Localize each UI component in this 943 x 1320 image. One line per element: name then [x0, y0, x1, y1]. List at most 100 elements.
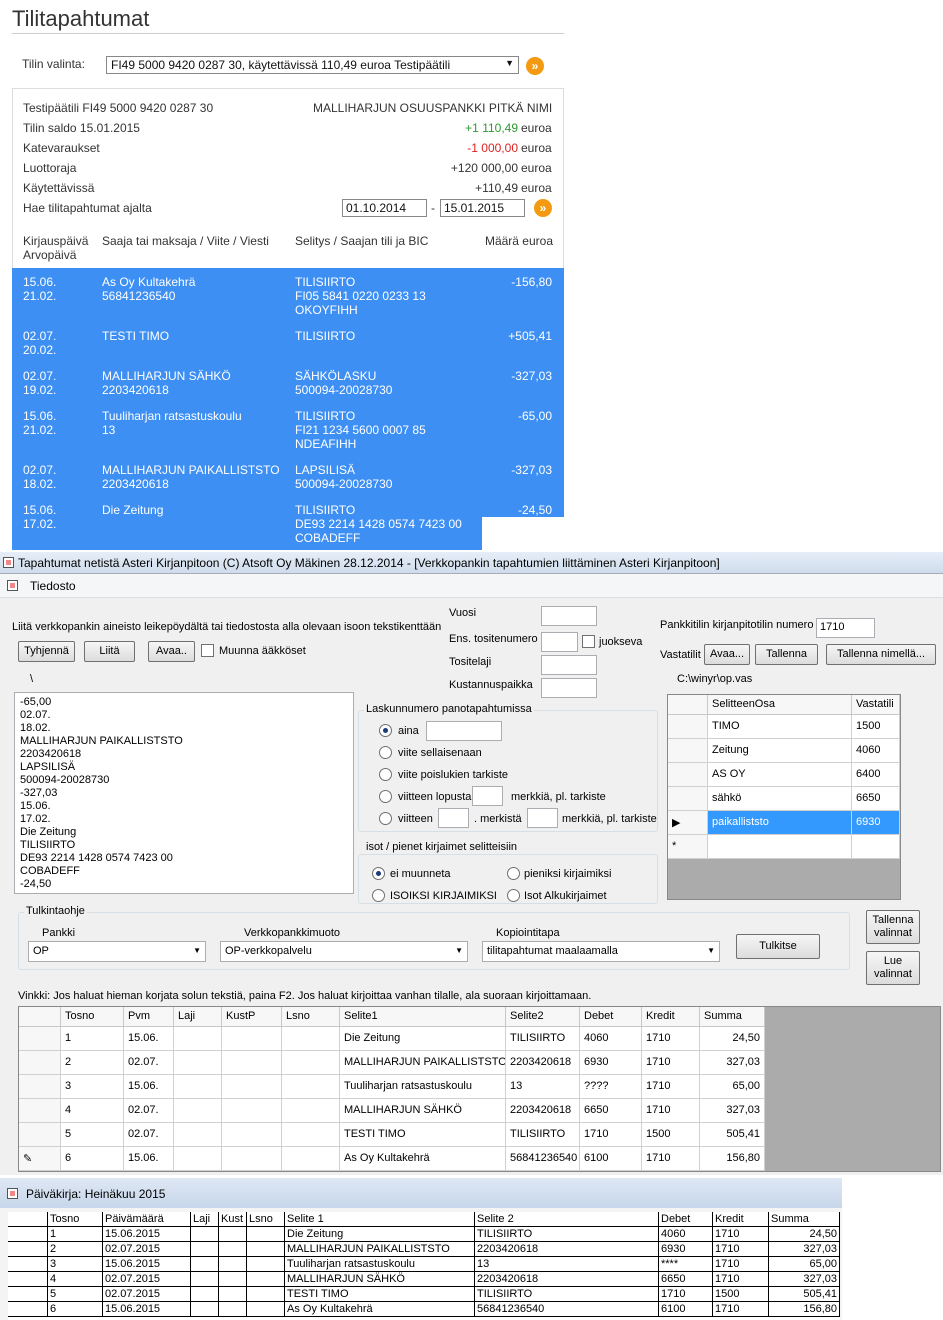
result-cell-date[interactable]: 02.07. — [124, 1123, 174, 1147]
result-cell-date[interactable]: 02.07. — [124, 1099, 174, 1123]
cost-center-input[interactable] — [541, 678, 597, 698]
result-cell-cost-center[interactable] — [222, 1147, 282, 1171]
journal-cell-debit[interactable]: 4060 — [659, 1227, 713, 1242]
date-to-input[interactable]: 15.01.2015 — [440, 199, 525, 217]
result-header-cost-center[interactable]: KustP — [222, 1007, 282, 1027]
paste-textarea[interactable]: -65,00 02.07. 18.02. MALLIHARJUN PAIKALL… — [14, 692, 354, 894]
transaction-row[interactable]: 15.06. 21.02. As Oy Kultakehrä 568412365… — [12, 275, 564, 323]
radio-ref-end[interactable] — [379, 790, 392, 803]
result-cell-line-no[interactable] — [282, 1027, 340, 1051]
journal-cell-credit[interactable]: 1710 — [713, 1242, 769, 1257]
result-header-debit[interactable]: Debet — [580, 1007, 642, 1027]
row-header[interactable] — [19, 1027, 61, 1051]
first-voucher-input[interactable] — [541, 632, 578, 652]
radio-ref-no-check[interactable] — [379, 768, 392, 781]
result-cell-description-2[interactable]: TILISIIRTO — [506, 1123, 580, 1147]
result-cell-date[interactable]: 15.06. — [124, 1027, 174, 1051]
radio-ref-mid[interactable] — [379, 812, 392, 825]
counter-cell-account[interactable]: 4060 — [852, 739, 900, 763]
period-go-button[interactable]: » — [534, 199, 552, 217]
result-cell-tosno[interactable]: 6 — [61, 1147, 124, 1171]
journal-cell-description-1[interactable]: MALLIHARJUN PAIKALLISTSTO — [285, 1242, 475, 1257]
journal-cell-tosno[interactable]: 4 — [48, 1272, 103, 1287]
result-header-description-1[interactable]: Selite1 — [340, 1007, 506, 1027]
account-go-button[interactable]: » — [526, 57, 544, 75]
transaction-row[interactable]: 02.07. 19.02. MALLIHARJUN SÄHKÖ 22034206… — [12, 369, 564, 403]
row-header[interactable] — [19, 1051, 61, 1075]
result-cell-amount[interactable]: 505,41 — [700, 1123, 765, 1147]
result-cell-description-2[interactable]: 56841236540 — [506, 1147, 580, 1171]
result-cell-date[interactable]: 15.06. — [124, 1147, 174, 1171]
result-cell-credit[interactable]: 1710 — [642, 1075, 700, 1099]
journal-cell-date[interactable]: 15.06.2015 — [103, 1302, 191, 1317]
journal-row-header[interactable] — [8, 1302, 48, 1317]
journal-cell-tosno[interactable]: 2 — [48, 1242, 103, 1257]
counter-header-part[interactable]: SelitteenOsa — [708, 695, 852, 715]
journal-cell-debit[interactable]: 6100 — [659, 1302, 713, 1317]
account-number-input[interactable]: 1710 — [816, 618, 875, 638]
row-header[interactable] — [19, 1075, 61, 1099]
journal-header-debit[interactable]: Debet — [659, 1212, 713, 1227]
result-cell-tosno[interactable]: 4 — [61, 1099, 124, 1123]
counter-cell-part[interactable]: AS OY — [708, 763, 852, 787]
journal-header-date[interactable]: Päivämäärä — [103, 1212, 191, 1227]
journal-cell-amount[interactable]: 24,50 — [769, 1227, 840, 1242]
journal-header-line-no[interactable]: Lsno — [247, 1212, 285, 1227]
journal-cell-type[interactable] — [191, 1227, 219, 1242]
result-cell-description-1[interactable]: MALLIHARJUN SÄHKÖ — [340, 1099, 506, 1123]
journal-row-header[interactable] — [8, 1287, 48, 1302]
voucher-type-input[interactable] — [541, 655, 597, 675]
new-row-marker-icon[interactable]: * — [668, 835, 708, 859]
journal-cell-description-2[interactable]: TILISIIRTO — [475, 1287, 659, 1302]
journal-cell-type[interactable] — [191, 1257, 219, 1272]
result-header-date[interactable]: Pvm — [124, 1007, 174, 1027]
paste-button[interactable]: Liitä — [84, 641, 135, 662]
radio-ref-as-is[interactable] — [379, 746, 392, 759]
journal-cell-description-1[interactable]: TESTI TIMO — [285, 1287, 475, 1302]
journal-row-header[interactable] — [8, 1272, 48, 1287]
journal-cell-type[interactable] — [191, 1302, 219, 1317]
journal-cell-cost[interactable] — [219, 1242, 247, 1257]
counter-new-cell[interactable] — [708, 835, 852, 859]
result-cell-debit[interactable]: 4060 — [580, 1027, 642, 1051]
journal-cell-tosno[interactable]: 5 — [48, 1287, 103, 1302]
result-cell-description-2[interactable]: 13 — [506, 1075, 580, 1099]
result-cell-description-1[interactable]: TESTI TIMO — [340, 1123, 506, 1147]
counter-header-account[interactable]: Vastatili — [852, 695, 900, 715]
journal-cell-description-2[interactable]: 2203420618 — [475, 1272, 659, 1287]
result-cell-tosno[interactable]: 1 — [61, 1027, 124, 1051]
journal-header-description-1[interactable]: Selite 1 — [285, 1212, 475, 1227]
edit-pencil-icon[interactable]: ✎ — [19, 1147, 61, 1171]
result-cell-description-1[interactable]: As Oy Kultakehrä — [340, 1147, 506, 1171]
copy-method-select[interactable]: tilitapahtumat maalaamalla ▼ — [482, 941, 720, 962]
menu-file[interactable]: Tiedosto — [30, 579, 76, 593]
journal-row-header[interactable] — [8, 1242, 48, 1257]
result-cell-debit[interactable]: ???? — [580, 1075, 642, 1099]
counter-cell-part[interactable]: TIMO — [708, 715, 852, 739]
journal-cell-line-no[interactable] — [247, 1272, 285, 1287]
journal-header-amount[interactable]: Summa — [769, 1212, 840, 1227]
journal-cell-credit[interactable]: 1710 — [713, 1227, 769, 1242]
journal-cell-tosno[interactable]: 1 — [48, 1227, 103, 1242]
journal-cell-date[interactable]: 02.07.2015 — [103, 1242, 191, 1257]
result-cell-description-2[interactable]: 2203420618 — [506, 1051, 580, 1075]
radio-uppercase[interactable] — [372, 889, 385, 902]
journal-row-header[interactable] — [8, 1257, 48, 1272]
result-cell-credit[interactable]: 1500 — [642, 1123, 700, 1147]
result-cell-description-1[interactable]: MALLIHARJUN PAIKALLISTSTO — [340, 1051, 506, 1075]
transaction-row[interactable]: 02.07. 20.02. TESTI TIMO TILISIIRTO +505… — [12, 329, 564, 363]
result-cell-type[interactable] — [174, 1075, 222, 1099]
account-select[interactable]: FI49 5000 9420 0287 30, käytettävissä 11… — [106, 56, 519, 74]
result-cell-line-no[interactable] — [282, 1123, 340, 1147]
running-checkbox[interactable] — [582, 635, 595, 648]
result-cell-amount[interactable]: 327,03 — [700, 1051, 765, 1075]
result-header-description-2[interactable]: Selite2 — [506, 1007, 580, 1027]
journal-cell-date[interactable]: 15.06.2015 — [103, 1257, 191, 1272]
load-selections-button[interactable]: Lue valinnat — [866, 951, 920, 985]
result-cell-description-2[interactable]: TILISIIRTO — [506, 1027, 580, 1051]
result-cell-line-no[interactable] — [282, 1099, 340, 1123]
journal-cell-line-no[interactable] — [247, 1302, 285, 1317]
result-cell-cost-center[interactable] — [222, 1099, 282, 1123]
journal-header-description-2[interactable]: Selite 2 — [475, 1212, 659, 1227]
row-header[interactable] — [668, 763, 708, 787]
